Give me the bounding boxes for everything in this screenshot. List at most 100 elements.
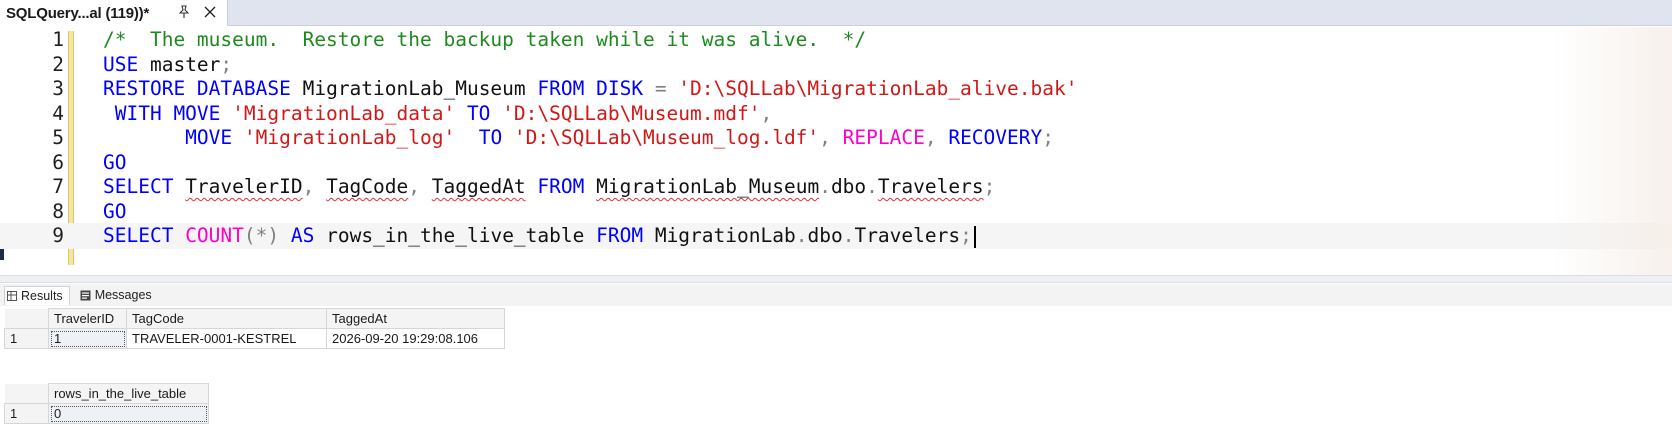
code-token: dbo <box>807 224 843 247</box>
code-token: MigrationLab_Museum <box>596 175 820 198</box>
column-header[interactable]: rows_in_the_live_table <box>48 383 209 404</box>
code-token: MigrationLab <box>654 224 796 247</box>
line-number: 1 <box>52 28 64 51</box>
line-number: 6 <box>52 150 64 174</box>
code-token: , <box>819 126 843 149</box>
code-line[interactable]: 7 SELECT TravelerID, TagCode, TaggedAt FR… <box>0 174 1672 200</box>
code-token: TO <box>455 126 514 149</box>
pane-splitter[interactable] <box>0 275 1672 283</box>
messages-icon <box>80 290 91 301</box>
column-header[interactable]: TravelerID <box>48 308 127 329</box>
code-token: dbo <box>830 175 867 198</box>
code-text[interactable]: RESTORE DATABASE MigrationLab_Museum FRO… <box>103 76 1077 102</box>
code-token: 'D:\SQLLab\Museum_log.ldf' <box>513 126 820 149</box>
column-header[interactable]: TaggedAt <box>326 308 505 329</box>
code-token: master <box>149 52 221 76</box>
tab-results-label: Results <box>21 288 63 303</box>
code-token: TagCode <box>326 175 409 198</box>
code-token: GO <box>103 199 127 223</box>
grid-corner[interactable] <box>4 383 49 404</box>
code-text[interactable]: SELECT COUNT(*) AS rows_in_the_live_tabl… <box>103 223 976 249</box>
code-token: MigrationLab_Museum <box>302 77 538 100</box>
code-text[interactable]: GO <box>103 150 126 176</box>
grid-cell[interactable]: 2026-09-20 19:29:08.106 <box>326 328 505 349</box>
grid-cell[interactable]: 0 <box>48 403 209 424</box>
pin-icon[interactable] <box>176 4 192 20</box>
code-token: (*) <box>243 224 280 247</box>
code-token: 'MigrationLab_data' <box>232 101 456 125</box>
grid-corner[interactable] <box>4 308 49 329</box>
code-token: . <box>795 224 808 247</box>
code-text[interactable]: WITH MOVE 'MigrationLab_data' TO 'D:\SQL… <box>103 101 772 127</box>
row-number[interactable]: 1 <box>4 328 49 349</box>
code-token: WITH MOVE <box>103 101 233 125</box>
grid-cell[interactable]: TRAVELER-0001-KESTREL <box>126 328 327 349</box>
code-token: FROM DISK <box>537 77 655 100</box>
text-caret <box>973 225 976 248</box>
code-token: REPLACE <box>842 126 925 149</box>
line-number: 5 <box>52 126 64 149</box>
code-token: AS <box>279 224 327 247</box>
code-token: rows_in_the_live_table <box>326 224 597 247</box>
query-tab[interactable]: SQLQuery...al (119))* <box>0 0 228 26</box>
code-token: . <box>819 175 831 198</box>
grid-icon <box>7 290 17 301</box>
code-token: , <box>302 175 327 198</box>
document-tab-strip: SQLQuery...al (119))* <box>0 0 1672 26</box>
column-header[interactable]: TagCode <box>126 308 327 329</box>
code-text[interactable]: /* The museum. Restore the backup taken … <box>103 27 866 53</box>
code-token: 'D:\SQLLab\Museum.mdf' <box>502 101 761 125</box>
code-text[interactable]: USE master; <box>103 52 232 78</box>
code-line[interactable]: 9 SELECT COUNT(*) AS rows_in_the_live_tab… <box>0 223 1672 249</box>
code-line[interactable]: 1 /* The museum. Restore the backup taken… <box>0 27 1672 53</box>
code-line[interactable]: 4 WITH MOVE 'MigrationLab_data' TO 'D:\S… <box>0 101 1672 127</box>
code-token: . <box>842 224 855 247</box>
row-number[interactable]: 1 <box>4 403 49 424</box>
table-row[interactable]: 1 1 TRAVELER-0001-KESTREL 2026-09-20 19:… <box>4 328 505 349</box>
code-token: , <box>924 126 949 149</box>
grid-cell[interactable]: 1 <box>48 328 127 349</box>
code-token: ; <box>983 175 996 198</box>
code-token: /* The museum. Restore the backup taken … <box>103 28 867 51</box>
line-number: 3 <box>52 77 64 100</box>
results-grid-2: rows_in_the_live_table 1 0 <box>4 383 209 424</box>
code-line[interactable]: 8 GO <box>0 199 1672 225</box>
results-pane: TravelerID TagCode TaggedAt 1 1 TRAVELER… <box>0 306 1672 440</box>
code-token: RECOVERY <box>948 126 1043 149</box>
code-token: ; <box>1042 126 1054 149</box>
code-token: = <box>654 77 679 100</box>
code-token: TO <box>455 101 503 125</box>
tab-messages[interactable]: Messages <box>78 286 158 304</box>
code-token: 'MigrationLab_log' <box>243 126 456 149</box>
code-line[interactable]: 6 GO <box>0 150 1672 176</box>
tab-messages-label: Messages <box>94 288 152 302</box>
line-number: 8 <box>52 199 64 223</box>
code-token: , <box>408 175 432 198</box>
query-tab-title: SQLQuery...al (119))* <box>6 4 150 22</box>
close-icon[interactable] <box>202 4 218 20</box>
table-row[interactable]: 1 0 <box>4 403 209 424</box>
query-editor[interactable]: 1 /* The museum. Restore the backup taken… <box>0 27 1672 275</box>
code-token: , <box>760 101 773 125</box>
code-line[interactable]: 3 RESTORE DATABASE MigrationLab_Museum FR… <box>0 76 1672 102</box>
code-token: FROM <box>596 224 655 247</box>
code-token: ; <box>220 52 233 76</box>
code-token: FROM <box>525 175 597 198</box>
line-number: 4 <box>52 101 64 125</box>
code-token: 'D:\SQLLab\MigrationLab_alive.bak' <box>678 77 1078 100</box>
code-text[interactable]: SELECT TravelerID, TagCode, TaggedAt FRO… <box>103 174 995 200</box>
code-token: USE <box>103 52 150 76</box>
results-grid-1: TravelerID TagCode TaggedAt 1 1 TRAVELER… <box>4 308 505 349</box>
code-token: TravelerID <box>185 175 303 198</box>
tab-results[interactable]: Results <box>4 285 70 305</box>
grid-header-row: rows_in_the_live_table <box>4 383 209 404</box>
code-text[interactable]: MOVE 'MigrationLab_log' TO 'D:\SQLLab\Mu… <box>103 125 1054 151</box>
code-token: ; <box>960 224 972 247</box>
code-token: RESTORE DATABASE <box>103 77 303 100</box>
code-token: COUNT <box>185 224 244 247</box>
line-number: 7 <box>52 175 64 198</box>
code-token: SELECT <box>103 224 186 247</box>
code-line[interactable]: 5 MOVE 'MigrationLab_log' TO 'D:\SQLLab\… <box>0 125 1672 151</box>
code-text[interactable]: GO <box>103 199 126 225</box>
code-line[interactable]: 2 USE master; <box>0 52 1672 78</box>
